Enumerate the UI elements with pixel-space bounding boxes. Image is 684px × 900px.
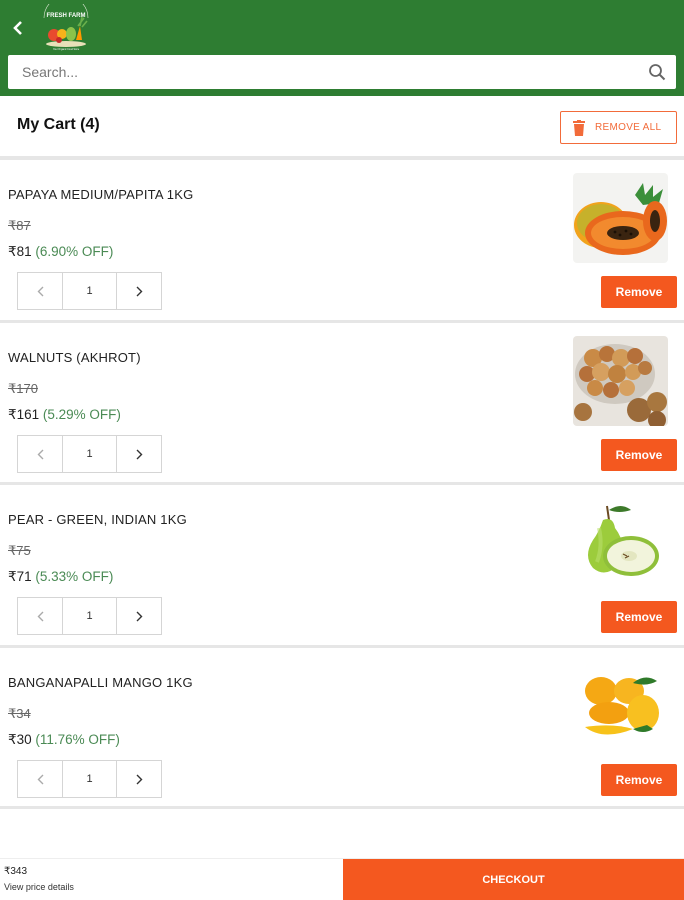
chevron-left-icon <box>37 611 43 621</box>
quantity-stepper: 1 <box>17 597 162 635</box>
checkout-footer: ₹343 View price details CHECKOUT <box>0 858 684 900</box>
trash-icon <box>573 119 585 136</box>
item-name: PEAR - GREEN, INDIAN 1KG <box>8 512 187 527</box>
item-mrp: ₹170 <box>8 381 38 396</box>
item-mrp: ₹34 <box>8 706 31 721</box>
papaya-image <box>573 173 668 263</box>
cart-total: ₹343 <box>4 866 28 877</box>
chevron-left-icon <box>37 286 43 296</box>
brand-logo: FRESH FARM Your Organic Food Store <box>38 0 94 52</box>
item-price-row: ₹161 (5.29% OFF) <box>8 407 121 423</box>
item-mrp: ₹87 <box>8 218 31 233</box>
checkout-button[interactable]: CHECKOUT <box>343 859 684 900</box>
logo-text: FRESH FARM <box>47 13 86 19</box>
item-discount: (5.29% OFF) <box>42 407 121 422</box>
chevron-right-icon <box>136 449 142 459</box>
divider <box>0 806 684 809</box>
chevron-right-icon <box>136 286 142 296</box>
item-name: PAPAYA MEDIUM/PAPITA 1KG <box>8 187 194 202</box>
search-bar <box>8 55 676 89</box>
quantity-value: 1 <box>63 598 117 634</box>
quantity-stepper: 1 <box>17 272 162 310</box>
increase-quantity-button[interactable] <box>117 761 161 797</box>
remove-all-button[interactable]: REMOVE ALL <box>560 111 677 144</box>
logo-tagline: Your Organic Food Store <box>53 48 80 51</box>
chevron-left-icon <box>13 21 22 35</box>
item-price-row: ₹71 (5.33% OFF) <box>8 569 113 585</box>
mango-image <box>573 661 668 751</box>
item-price: ₹161 <box>8 407 40 422</box>
item-price-row: ₹81 (6.90% OFF) <box>8 244 113 260</box>
quantity-stepper: 1 <box>17 760 162 798</box>
remove-item-button[interactable]: Remove <box>601 276 677 308</box>
item-price: ₹30 <box>8 732 32 747</box>
decrease-quantity-button[interactable] <box>18 436 63 472</box>
quantity-value: 1 <box>63 761 117 797</box>
pear-image <box>573 498 668 588</box>
quantity-stepper: 1 <box>17 435 162 473</box>
cart-title: My Cart (4) <box>17 116 100 133</box>
search-input[interactable] <box>8 55 638 89</box>
item-discount: (11.76% OFF) <box>35 732 120 747</box>
item-price: ₹81 <box>8 244 32 259</box>
chevron-left-icon <box>37 449 43 459</box>
item-discount: (6.90% OFF) <box>35 244 114 259</box>
quantity-value: 1 <box>63 273 117 309</box>
increase-quantity-button[interactable] <box>117 436 161 472</box>
remove-item-button[interactable]: Remove <box>601 601 677 633</box>
decrease-quantity-button[interactable] <box>18 273 63 309</box>
increase-quantity-button[interactable] <box>117 273 161 309</box>
remove-item-button[interactable]: Remove <box>601 764 677 796</box>
item-price-row: ₹30 (11.76% OFF) <box>8 732 120 748</box>
top-app-bar: FRESH FARM Your Organic Food Store <box>0 0 684 96</box>
item-name: BANGANAPALLI MANGO 1KG <box>8 675 193 690</box>
remove-all-label: REMOVE ALL <box>595 122 662 133</box>
chevron-left-icon <box>37 774 43 784</box>
chevron-right-icon <box>136 774 142 784</box>
item-name: WALNUTS (AKHROT) <box>8 350 141 365</box>
remove-item-button[interactable]: Remove <box>601 439 677 471</box>
cart-header: My Cart (4) REMOVE ALL <box>0 96 684 156</box>
cart-item-papaya: PAPAYA MEDIUM/PAPITA 1KG ₹87 ₹81 (6.90% … <box>0 160 684 320</box>
cart-item-mango: BANGANAPALLI MANGO 1KG ₹34 ₹30 (11.76% O… <box>0 648 684 808</box>
item-price: ₹71 <box>8 569 32 584</box>
cart-item-walnuts: WALNUTS (AKHROT) ₹170 ₹161 (5.29% OFF) 1… <box>0 323 684 483</box>
increase-quantity-button[interactable] <box>117 598 161 634</box>
decrease-quantity-button[interactable] <box>18 598 63 634</box>
back-button[interactable] <box>8 16 28 40</box>
quantity-value: 1 <box>63 436 117 472</box>
item-discount: (5.33% OFF) <box>35 569 114 584</box>
cart-item-pear: PEAR - GREEN, INDIAN 1KG ₹75 ₹71 (5.33% … <box>0 485 684 645</box>
decrease-quantity-button[interactable] <box>18 761 63 797</box>
item-mrp: ₹75 <box>8 543 31 558</box>
search-icon[interactable] <box>648 63 666 81</box>
walnuts-image <box>573 336 668 426</box>
chevron-right-icon <box>136 611 142 621</box>
view-price-details-link[interactable]: View price details <box>4 882 74 892</box>
